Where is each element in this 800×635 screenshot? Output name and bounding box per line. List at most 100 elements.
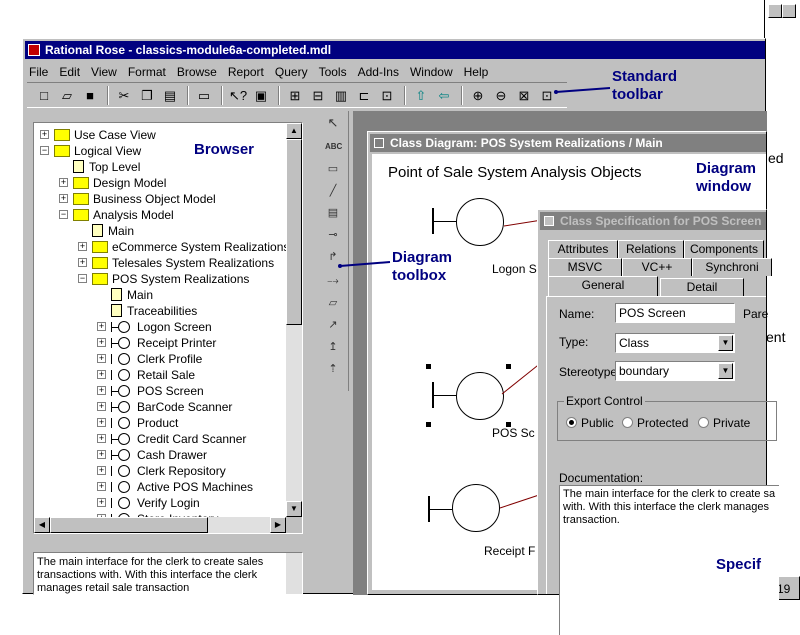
tree-expander-icon[interactable]: + [97,338,106,347]
scroll-left-icon[interactable]: ◀ [34,517,50,533]
print-icon[interactable]: ▭ [193,85,215,106]
menu-report[interactable]: Report [228,65,264,79]
new-icon[interactable]: □ [33,85,55,106]
cut-icon[interactable]: ✂ [113,85,135,106]
tree-item[interactable]: Verify Login [111,495,200,511]
zoom-in-icon[interactable]: ⊕ [467,85,489,106]
tab-detail[interactable]: Detail [660,278,744,296]
tree-item[interactable]: Receipt Printer [111,335,216,351]
tree-expander-icon[interactable]: + [97,482,106,491]
tab-general[interactable]: General [548,276,658,296]
tree-item[interactable]: Top Level [73,159,140,175]
radio-protected[interactable]: Protected [622,416,688,430]
tree-expander-icon[interactable]: + [97,386,106,395]
note-icon[interactable]: ▭ [325,161,341,177]
title-bar[interactable]: Rational Rose - classics-module6a-comple… [25,41,765,59]
documentation-text[interactable]: The main interface for the clerk to crea… [37,556,284,594]
tree-expander-icon[interactable]: + [40,130,49,139]
menu-help[interactable]: Help [464,65,489,79]
tree-expander-icon[interactable]: + [97,322,106,331]
browse-class-diagram-icon[interactable]: ⊞ [284,85,306,106]
anchor-note-icon[interactable]: ╱ [325,183,341,199]
hscroll-thumb[interactable] [50,517,208,533]
browse-interaction-diagram-icon[interactable]: ⊟ [307,85,329,106]
tree-expander-icon[interactable]: + [97,402,106,411]
menu-format[interactable]: Format [128,65,166,79]
tree-item[interactable]: Use Case View [54,127,156,143]
menu-file[interactable]: File [29,65,48,79]
open-folder-icon[interactable]: ▱ [56,85,78,106]
tree-item[interactable]: Design Model [73,175,166,191]
realize-icon[interactable]: ⇡ [325,361,341,377]
tree-expander-icon[interactable]: − [78,274,87,283]
tab-relations[interactable]: Relations [618,240,684,258]
diagram-title-bar[interactable]: Class Diagram: POS System Realizations /… [370,134,766,152]
tree-expander-icon[interactable]: + [97,498,106,507]
tree-item[interactable]: POS System Realizations [92,271,249,287]
menu-addins[interactable]: Add-Ins [358,65,399,79]
browse-state-diagram-icon[interactable]: ⊏ [353,85,375,106]
name-field[interactable]: POS Screen [615,303,735,323]
tree-expander-icon[interactable]: + [97,466,106,475]
interface-icon[interactable]: ⊸ [325,227,341,243]
fit-in-window-icon[interactable]: ⊠ [513,85,535,106]
scroll-thumb[interactable] [286,139,302,325]
chevron-down-icon[interactable]: ▼ [718,335,733,351]
selection-arrow-icon[interactable]: ↖ [325,115,341,131]
menu-window[interactable]: Window [410,65,453,79]
dependency-icon[interactable]: ↗ [325,317,341,333]
tab-vcpp[interactable]: VC++ [622,258,692,276]
class-icon[interactable]: ▤ [325,205,341,221]
tree-item[interactable]: Logon Screen [111,319,212,335]
tree-expander-icon[interactable]: + [97,434,106,443]
browse-previous-icon[interactable]: ⇦ [433,85,455,106]
tree-item[interactable]: POS Screen [111,383,204,399]
tree-expander-icon[interactable]: + [78,242,87,251]
chevron-down-icon[interactable]: ▼ [718,363,733,379]
radio-public[interactable]: Public [566,416,614,430]
scroll-right-icon[interactable]: ▶ [270,517,286,533]
browser-horizontal-scrollbar[interactable]: ◀ ▶ [34,517,286,533]
radio-private[interactable]: Private [698,416,750,430]
menu-query[interactable]: Query [275,65,308,79]
tree-expander-icon[interactable]: + [78,258,87,267]
copy-icon[interactable]: ❐ [136,85,158,106]
type-select[interactable]: Class ▼ [615,333,735,353]
tree-item[interactable]: Active POS Machines [111,479,253,495]
tree-expander-icon[interactable]: − [59,210,68,219]
tree-item[interactable]: Analysis Model [73,207,174,223]
tree-item[interactable]: Clerk Profile [111,351,202,367]
tree-item[interactable]: Logical View [54,143,141,159]
spec-title-bar[interactable]: Class Specification for POS Screen [540,212,766,230]
tree-item[interactable]: eCommerce System Realizations [92,239,286,255]
browse-deployment-diagram-icon[interactable]: ⊡ [376,85,398,106]
tree-item[interactable]: Main [92,223,134,239]
tree-expander-icon[interactable]: + [59,194,68,203]
tree-item[interactable]: Main [111,287,153,303]
menu-tools[interactable]: Tools [319,65,347,79]
tree-expander-icon[interactable]: + [97,450,106,459]
tree-expander-icon[interactable]: − [40,146,49,155]
tree-item[interactable]: Product [111,415,178,431]
tree-item[interactable]: Cash Drawer [111,447,207,463]
stereotype-select[interactable]: boundary ▼ [615,361,735,381]
menu-edit[interactable]: Edit [59,65,80,79]
browse-component-diagram-icon[interactable]: ▥ [330,85,352,106]
package-icon[interactable]: ▱ [325,295,341,311]
generalization-icon[interactable]: ↥ [325,339,341,355]
tree-expander-icon[interactable]: + [59,178,68,187]
tree-item[interactable]: Clerk Repository [111,463,226,479]
tree-item[interactable]: BarCode Scanner [111,399,232,415]
context-help-icon[interactable]: ↖? [227,85,249,106]
tree-item[interactable]: Retail Sale [111,367,195,383]
tab-synchronize[interactable]: Synchroni [692,258,772,276]
browser-vertical-scrollbar[interactable]: ▲ ▼ [286,123,302,517]
tree-expander-icon[interactable]: + [97,418,106,427]
menu-view[interactable]: View [91,65,117,79]
tab-components[interactable]: Components [684,240,764,258]
tree-item[interactable]: Business Object Model [73,191,216,207]
tree-item[interactable]: Traceabilities [111,303,197,319]
menu-browse[interactable]: Browse [177,65,217,79]
tree-expander-icon[interactable]: + [97,370,106,379]
zoom-out-icon[interactable]: ⊖ [490,85,512,106]
